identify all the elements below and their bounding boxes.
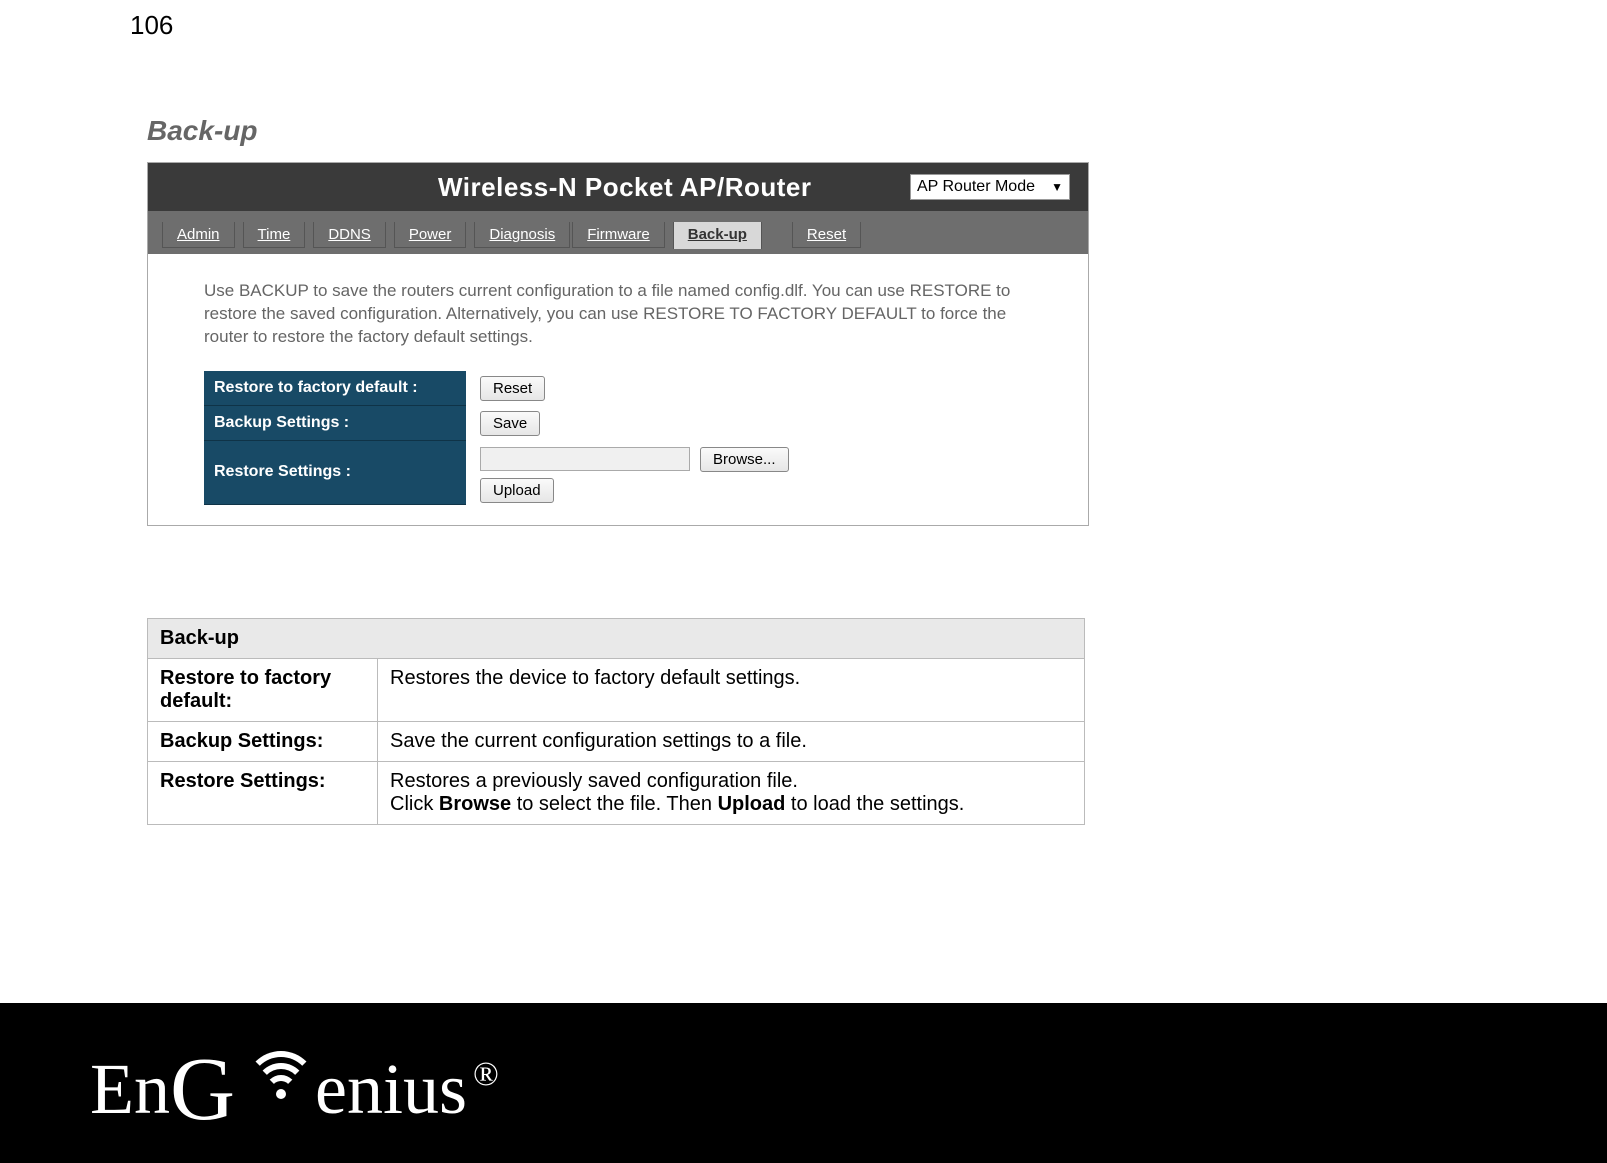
section-title: Back-up	[147, 115, 257, 147]
tab-ddns[interactable]: DDNS	[313, 222, 386, 248]
table-row: Restore Settings: Restores a previously …	[148, 762, 1085, 825]
tab-firmware[interactable]: Firmware	[572, 222, 665, 248]
tab-diagnosis[interactable]: Diagnosis	[474, 222, 570, 248]
router-header: Wireless-N Pocket AP/Router AP Router Mo…	[148, 163, 1088, 211]
router-content: Use BACKUP to save the routers current c…	[148, 254, 1088, 525]
label-factory-default: Restore to factory default :	[204, 371, 466, 406]
mode-select-value: AP Router Mode	[917, 178, 1035, 196]
explain-r2-label: Backup Settings:	[148, 722, 378, 762]
explain-header: Back-up	[148, 619, 1085, 659]
label-backup-settings: Backup Settings :	[204, 406, 466, 441]
explain-r1-text: Restores the device to factory default s…	[378, 659, 1085, 722]
page-number: 106	[130, 10, 173, 41]
tab-time[interactable]: Time	[243, 222, 306, 248]
reset-button[interactable]: Reset	[480, 376, 545, 401]
registered-icon: ®	[473, 1056, 499, 1094]
router-title: Wireless-N Pocket AP/Router	[438, 172, 812, 203]
logo-text-g: G	[170, 1038, 235, 1141]
brand-logo: En G enius ®	[90, 1032, 499, 1135]
explain-r3-text: Restores a previously saved configuratio…	[378, 762, 1085, 825]
table-row: Restore to factory default: Restores the…	[148, 659, 1085, 722]
row-backup-settings: Backup Settings : Save	[204, 406, 1062, 441]
restore-file-input[interactable]	[480, 447, 690, 471]
explain-r1-label: Restore to factory default:	[148, 659, 378, 722]
tab-bar: Admin Time DDNS Power Diagnosis Firmware…	[148, 211, 1088, 254]
logo-text-en: En	[90, 1048, 170, 1131]
tab-reset[interactable]: Reset	[792, 222, 861, 248]
tab-power[interactable]: Power	[394, 222, 467, 248]
tab-backup[interactable]: Back-up	[673, 222, 762, 249]
row-restore-settings: Restore Settings : Browse... Upload	[204, 441, 1062, 505]
save-button[interactable]: Save	[480, 411, 540, 436]
browse-button[interactable]: Browse...	[700, 447, 789, 472]
tab-admin[interactable]: Admin	[162, 222, 235, 248]
explain-r2-text: Save the current configuration settings …	[378, 722, 1085, 762]
router-panel: Wireless-N Pocket AP/Router AP Router Mo…	[147, 162, 1089, 526]
chevron-down-icon: ▼	[1051, 180, 1063, 194]
mode-select[interactable]: AP Router Mode ▼	[910, 174, 1070, 200]
row-factory-default: Restore to factory default : Reset	[204, 371, 1062, 406]
explain-table: Back-up Restore to factory default: Rest…	[147, 618, 1085, 825]
label-restore-settings: Restore Settings :	[204, 441, 466, 505]
wifi-icon	[241, 1051, 321, 1131]
explain-r3-label: Restore Settings:	[148, 762, 378, 825]
table-row: Backup Settings: Save the current config…	[148, 722, 1085, 762]
upload-button[interactable]: Upload	[480, 478, 554, 503]
footer: En G enius ®	[0, 1003, 1607, 1163]
backup-description: Use BACKUP to save the routers current c…	[204, 280, 1034, 349]
logo-text-rest: enius	[315, 1048, 467, 1131]
